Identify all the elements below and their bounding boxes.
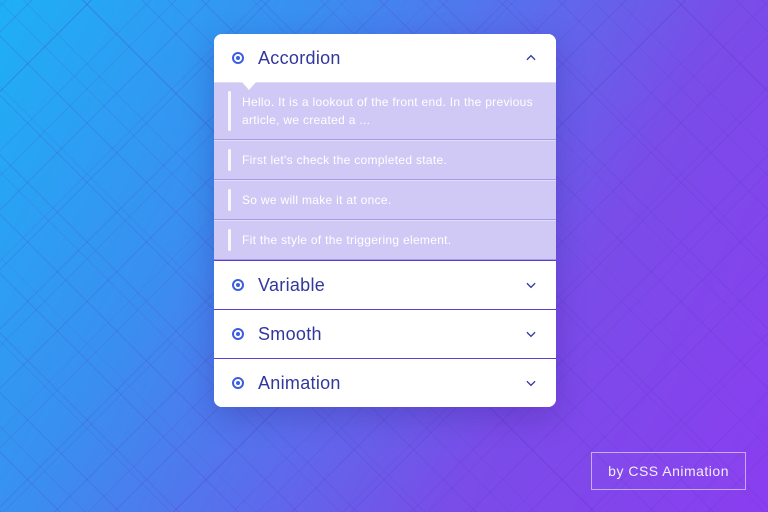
- accordion-section-smooth: Smooth: [214, 310, 556, 359]
- speech-tail-icon: [242, 82, 256, 90]
- list-item[interactable]: First let's check the completed state.: [214, 140, 556, 180]
- list-item[interactable]: Hello. It is a lookout of the front end.…: [214, 82, 556, 140]
- bullet-icon: [232, 377, 244, 389]
- chevron-down-icon: [524, 278, 538, 292]
- list-item[interactable]: So we will make it at once.: [214, 180, 556, 220]
- chevron-down-icon: [524, 376, 538, 390]
- accordion-title: Variable: [258, 275, 524, 296]
- accordion-header-accordion[interactable]: Accordion: [214, 34, 556, 82]
- chevron-up-icon: [524, 51, 538, 65]
- accordion-section-animation: Animation: [214, 359, 556, 407]
- bullet-icon: [232, 328, 244, 340]
- credit-text: by CSS Animation: [608, 463, 729, 479]
- accordion-section-variable: Variable: [214, 261, 556, 310]
- bullet-icon: [232, 279, 244, 291]
- accordion-header-animation[interactable]: Animation: [214, 359, 556, 407]
- list-item[interactable]: Fit the style of the triggering element.: [214, 220, 556, 260]
- chevron-down-icon: [524, 327, 538, 341]
- bullet-icon: [232, 52, 244, 64]
- accordion: Accordion Hello. It is a lookout of the …: [214, 34, 556, 407]
- accordion-header-smooth[interactable]: Smooth: [214, 310, 556, 358]
- accordion-title: Accordion: [258, 48, 524, 69]
- accordion-title: Smooth: [258, 324, 524, 345]
- accordion-header-variable[interactable]: Variable: [214, 261, 556, 309]
- accordion-title: Animation: [258, 373, 524, 394]
- credit-badge: by CSS Animation: [591, 452, 746, 490]
- accordion-section-accordion: Accordion Hello. It is a lookout of the …: [214, 34, 556, 261]
- accordion-panel: Hello. It is a lookout of the front end.…: [214, 82, 556, 260]
